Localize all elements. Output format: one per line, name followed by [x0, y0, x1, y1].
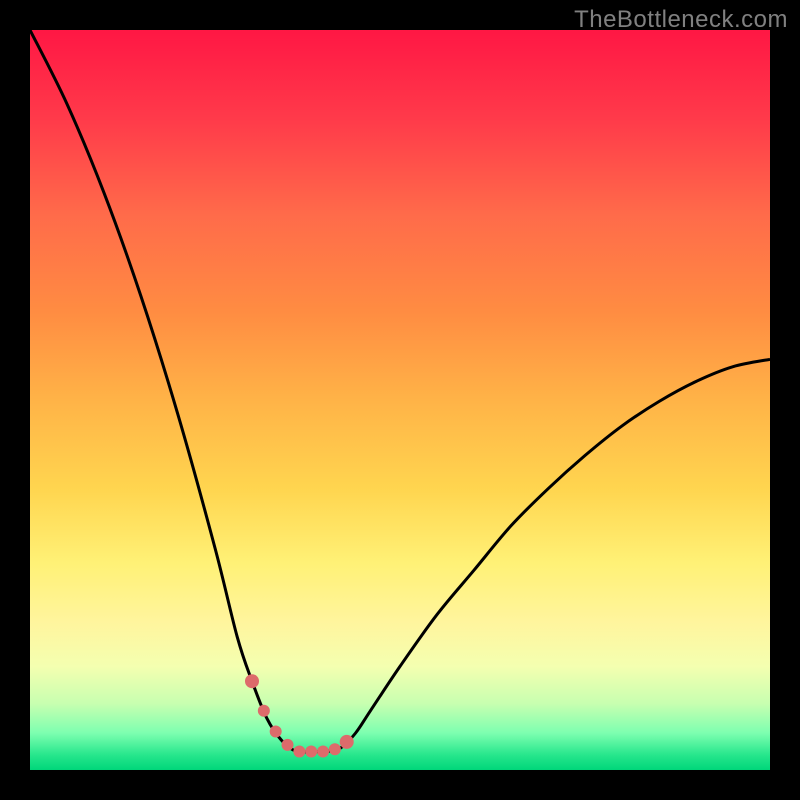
curve-marker-dot: [258, 705, 270, 717]
chart-container: [30, 30, 770, 770]
watermark-text: TheBottleneck.com: [574, 6, 788, 34]
curve-marker-dot: [270, 726, 282, 738]
curve-marker-dot: [329, 743, 341, 755]
curve-marker-dot: [317, 746, 329, 758]
curve-marker-dot: [340, 735, 354, 749]
curve-marker-dot: [305, 746, 317, 758]
curve-marker-dot: [282, 739, 294, 751]
curve-marker-dot: [293, 746, 305, 758]
bottleneck-curve: [30, 30, 770, 770]
curve-marker-dot: [245, 674, 259, 688]
